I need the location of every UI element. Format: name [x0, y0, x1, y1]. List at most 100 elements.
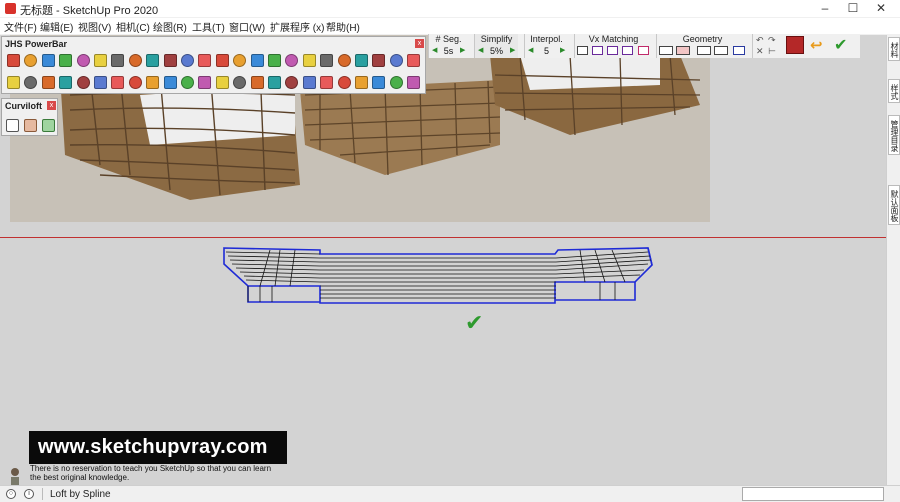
powerbar-tool-1-9-icon[interactable]	[146, 54, 160, 67]
powerbar-tool-1-15-icon[interactable]	[250, 54, 264, 67]
remove-icon[interactable]: ⊢	[768, 46, 776, 57]
powerbar-tool-2-7-icon[interactable]	[111, 76, 125, 89]
powerbar-tool-2-18-icon[interactable]	[302, 76, 316, 89]
exit-icon[interactable]	[786, 36, 804, 54]
cancel-x-icon[interactable]: ✕	[756, 46, 764, 57]
vx-align-icon[interactable]	[577, 46, 588, 55]
powerbar-tool-1-2-icon[interactable]	[24, 54, 38, 67]
tab-default-tray[interactable]: 默认面板	[888, 185, 900, 225]
powerbar-tool-1-4-icon[interactable]	[59, 54, 73, 67]
powerbar-tool-1-1-icon[interactable]	[7, 54, 20, 67]
powerbar-tool-1-22-icon[interactable]	[372, 54, 386, 67]
powerbar-tool-2-22-icon[interactable]	[372, 76, 386, 89]
geometry-edge-icon[interactable]	[714, 46, 728, 55]
powerbar-tool-2-12-icon[interactable]	[198, 76, 212, 89]
menu-view[interactable]: 视图(V)	[78, 19, 111, 34]
menu-file[interactable]: 文件(F)	[4, 19, 37, 34]
confirm-check-icon[interactable]: ✔	[465, 310, 483, 336]
vertex-matching-label: Vx Matching	[588, 34, 639, 44]
tab-materials[interactable]: 材料	[888, 37, 900, 61]
info-icon[interactable]: i	[24, 489, 34, 499]
powerbar-tool-2-13-icon[interactable]	[215, 76, 229, 89]
powerbar-tool-2-3-icon[interactable]	[41, 76, 55, 89]
powerbar-tool-1-11-icon[interactable]	[181, 54, 194, 67]
validate-check-icon[interactable]: ✔	[834, 35, 847, 55]
powerbar-tool-2-8-icon[interactable]	[128, 76, 142, 89]
powerbar-tool-1-6-icon[interactable]	[94, 54, 107, 67]
powerbar-tool-1-5-icon[interactable]	[76, 54, 90, 67]
redo-icon[interactable]: ↷	[768, 35, 776, 46]
powerbar-tool-1-10-icon[interactable]	[163, 54, 177, 67]
measurements-box[interactable]	[742, 487, 884, 501]
powerbar-tool-1-20-icon[interactable]	[337, 54, 351, 67]
powerbar-tool-1-17-icon[interactable]	[285, 54, 299, 67]
simplify-control[interactable]: Simplify ◀ 5% ▶	[474, 34, 518, 58]
jhs-powerbar-close-icon[interactable]: x	[415, 39, 424, 48]
powerbar-tool-2-21-icon[interactable]	[355, 76, 368, 89]
geometry-vertices-icon[interactable]	[733, 46, 745, 55]
powerbar-tool-1-12-icon[interactable]	[198, 54, 212, 67]
powerbar-tool-2-17-icon[interactable]	[285, 76, 299, 89]
powerbar-tool-1-23-icon[interactable]	[389, 54, 403, 67]
modeling-viewport[interactable]: ✔ JHS PowerBar x Curviloft x www.sketchu…	[0, 35, 886, 485]
powerbar-tool-2-2-icon[interactable]	[24, 76, 38, 89]
curviloft-close-icon[interactable]: x	[47, 101, 56, 110]
powerbar-tool-1-16-icon[interactable]	[268, 54, 281, 67]
powerbar-tool-1-3-icon[interactable]	[41, 54, 55, 67]
loft-wireframe-model[interactable]	[220, 240, 660, 315]
menu-window[interactable]: 窗口(W)	[229, 19, 265, 34]
interpolation-increase-icon[interactable]: ▶	[560, 46, 565, 56]
powerbar-tool-2-19-icon[interactable]	[320, 76, 334, 89]
powerbar-tool-2-11-icon[interactable]	[181, 76, 194, 89]
segments-control[interactable]: # Seg. ◀ 5s ▶	[428, 34, 468, 58]
vx-diagonal-icon[interactable]	[592, 46, 603, 55]
simplify-increase-icon[interactable]: ▶	[510, 46, 515, 56]
geo-location-icon[interactable]: ○	[6, 489, 16, 499]
tab-styles[interactable]: 样式	[888, 79, 900, 103]
powerbar-tool-2-9-icon[interactable]	[146, 76, 160, 89]
powerbar-tool-2-1-icon[interactable]	[7, 76, 20, 89]
vx-arc-icon[interactable]	[622, 46, 633, 55]
powerbar-tool-1-24-icon[interactable]	[407, 54, 421, 67]
powerbar-tool-2-6-icon[interactable]	[94, 76, 107, 89]
geometry-grid-icon[interactable]	[659, 46, 673, 55]
powerbar-tool-2-5-icon[interactable]	[76, 76, 90, 89]
menu-draw[interactable]: 绘图(R)	[153, 19, 187, 34]
segments-increase-icon[interactable]: ▶	[460, 46, 465, 56]
powerbar-tool-2-16-icon[interactable]	[268, 76, 281, 89]
vx-curve-icon[interactable]	[607, 46, 618, 55]
geometry-frame-icon[interactable]	[697, 46, 711, 55]
powerbar-tool-1-18-icon[interactable]	[302, 54, 316, 67]
menu-edit[interactable]: 编辑(E)	[40, 19, 73, 34]
loft-along-path-icon[interactable]	[24, 119, 37, 132]
powerbar-tool-2-24-icon[interactable]	[407, 76, 421, 89]
vx-reset-icon[interactable]	[638, 46, 649, 55]
powerbar-tool-1-14-icon[interactable]	[233, 54, 247, 67]
powerbar-tool-2-20-icon[interactable]	[337, 76, 351, 89]
back-arrow-icon[interactable]: ↩	[810, 36, 823, 54]
loft-by-spline-icon[interactable]	[6, 119, 19, 132]
powerbar-tool-1-8-icon[interactable]	[128, 54, 142, 67]
menu-tools[interactable]: 工具(T)	[192, 19, 225, 34]
close-icon[interactable]: ✕	[866, 0, 896, 17]
powerbar-tool-2-23-icon[interactable]	[389, 76, 403, 89]
powerbar-tool-2-15-icon[interactable]	[250, 76, 264, 89]
menu-extensions[interactable]: 扩展程序 (x)	[270, 19, 324, 34]
powerbar-tool-1-19-icon[interactable]	[320, 54, 334, 67]
menu-help[interactable]: 帮助(H)	[326, 19, 360, 34]
powerbar-tool-2-4-icon[interactable]	[59, 76, 73, 89]
powerbar-tool-2-14-icon[interactable]	[233, 76, 247, 89]
powerbar-tool-1-7-icon[interactable]	[111, 54, 125, 67]
skinning-contours-icon[interactable]	[42, 119, 55, 132]
tab-outliner[interactable]: 管理目录	[888, 115, 900, 155]
menu-camera[interactable]: 相机(C)	[116, 19, 150, 34]
powerbar-tool-1-13-icon[interactable]	[215, 54, 229, 67]
undo-icon[interactable]: ↶	[756, 35, 764, 46]
powerbar-tool-1-21-icon[interactable]	[355, 54, 368, 67]
interpolation-control[interactable]: Interpol. ◀ 5 ▶	[524, 34, 568, 58]
curviloft-parameter-toolbar: # Seg. ◀ 5s ▶ Simplify ◀ 5% ▶ Interpol. …	[428, 34, 860, 58]
geometry-surface-icon[interactable]	[676, 46, 690, 55]
minimize-icon[interactable]: –	[810, 0, 840, 17]
maximize-icon[interactable]: ☐	[838, 0, 868, 17]
powerbar-tool-2-10-icon[interactable]	[163, 76, 177, 89]
